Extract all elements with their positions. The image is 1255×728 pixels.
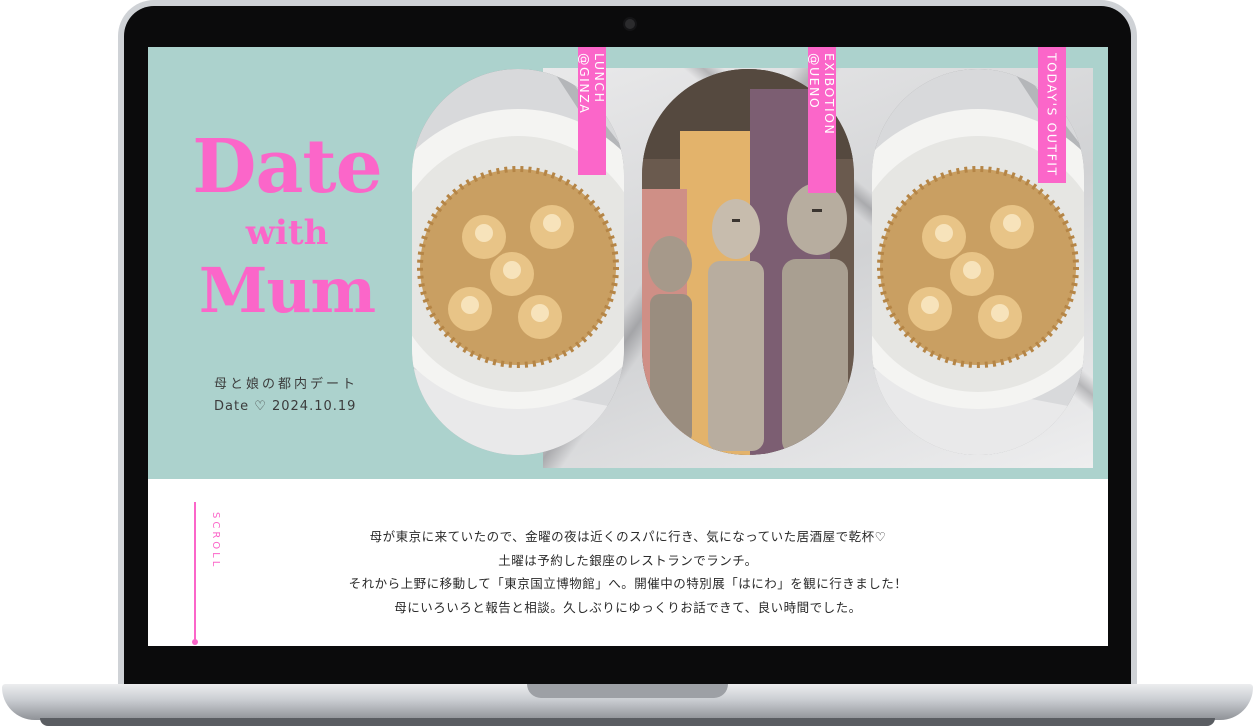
title-line-date: Date [192,124,382,210]
title-line-mum: Mum [198,254,376,327]
title-line-with: with [245,213,329,253]
website-screen: Date with Mum 母と娘の都内デート Date ♡ 2024.10.1… [148,47,1108,646]
article-line: 土曜は予約した銀座のレストランでランチ。 [498,552,758,568]
hero-date: Date ♡ 2024.10.19 [214,399,357,414]
tag-outfit: TODAY'S OUTFIT [1038,47,1066,183]
article-body: 母が東京に来ていたので、金曜の夜は近くのスパに行き、気になっていた居酒屋で乾杯♡… [288,525,968,619]
scroll-dot [192,639,198,645]
article-line: 母にいろいろと報告と相談。久しぶりにゆっくりお話できて、良い時間でした。 [394,599,862,615]
tag-lunch: LUNCH @GINZA [577,47,607,175]
article-line: それから上野に移動して「東京国立博物館」へ。開催中の特別展「はにわ」を観に行きま… [348,576,908,591]
scroll-indicator[interactable]: SCROLL [192,502,221,646]
laptop-opening-notch [527,684,728,698]
hero-subtitle: 母と娘の都内デート [214,377,359,392]
article-line: 母が東京に来ていたので、金曜の夜は近くのスパに行き、気になっていた居酒屋で乾杯♡ [369,529,887,544]
scroll-line [194,502,196,644]
hero-title: Date with Mum [192,127,382,325]
scroll-label: SCROLL [210,512,221,570]
laptop-base-edge [40,718,1215,726]
tag-exhibition: EXIBOTION @UENO [807,47,837,193]
webcam-icon [623,17,637,31]
hero-section: Date with Mum 母と娘の都内デート Date ♡ 2024.10.1… [148,47,1108,479]
